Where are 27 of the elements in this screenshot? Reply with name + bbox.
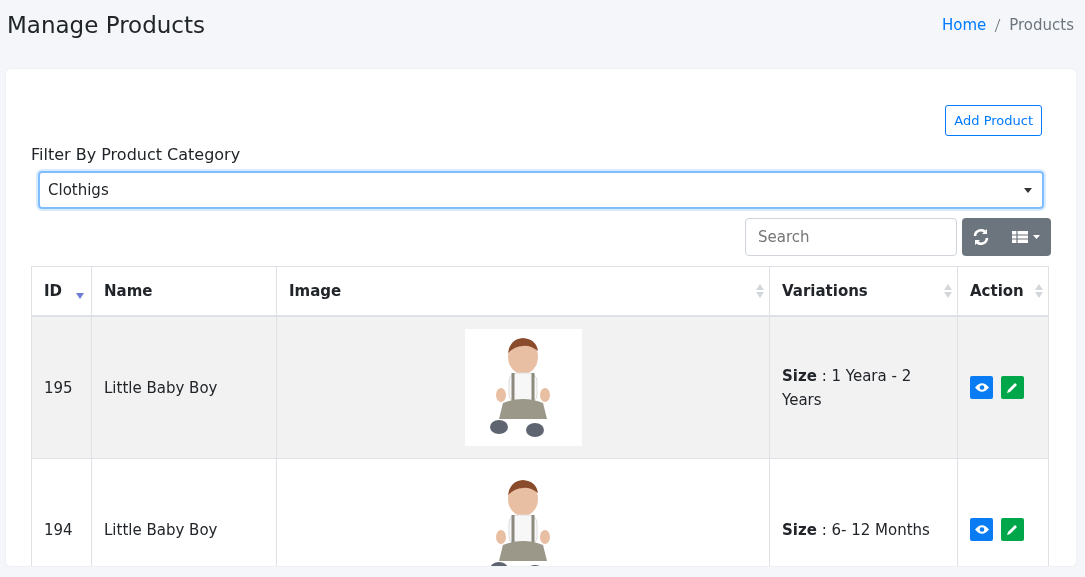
pencil-icon <box>1007 382 1018 393</box>
select-value: Clothigs <box>48 181 109 199</box>
columns-icon <box>1012 230 1040 244</box>
search-field[interactable]: Search <box>745 218 957 256</box>
filter-label: Filter By Product Category <box>31 145 242 164</box>
refresh-icon <box>972 228 990 246</box>
sort-descending-icon <box>76 293 84 299</box>
eye-icon <box>974 383 989 392</box>
edit-button[interactable] <box>1001 518 1024 541</box>
breadcrumb-current: Products <box>1009 16 1074 34</box>
table-cell: 195 <box>31 316 92 459</box>
page-title: Manage Products <box>7 12 205 38</box>
edit-button[interactable] <box>1001 376 1024 399</box>
table-cell: Size : 1 Yeara - 2 Years <box>769 316 958 459</box>
sort-icon <box>756 284 764 298</box>
eye-icon <box>974 525 989 534</box>
sort-icon <box>1035 284 1043 298</box>
table-cell: 194 <box>31 458 92 566</box>
caret-icon <box>1024 187 1032 193</box>
table-cell: Little Baby Boy <box>91 316 277 459</box>
sort-icon <box>944 284 952 298</box>
pencil-icon <box>1007 524 1018 535</box>
view-button[interactable] <box>970 376 993 399</box>
category-select[interactable]: Clothigs <box>38 171 1044 209</box>
view-button[interactable] <box>970 518 993 541</box>
add-product-button[interactable]: Add Product <box>945 105 1042 136</box>
breadcrumb-link[interactable]: Home <box>941 16 987 34</box>
